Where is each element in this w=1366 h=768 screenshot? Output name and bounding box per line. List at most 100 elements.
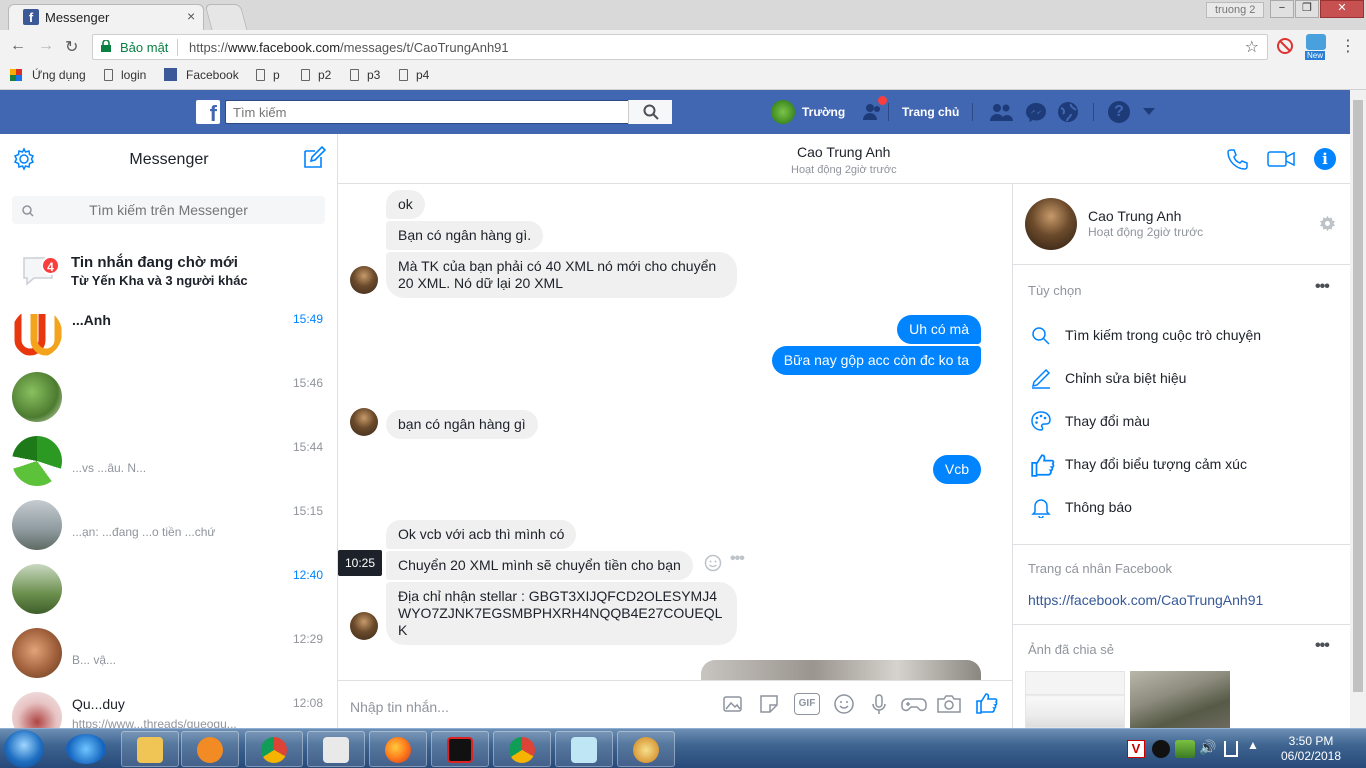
taskbar-chrome[interactable] [245, 731, 303, 767]
conversation-item[interactable]: 15:46 [0, 366, 338, 430]
messenger-icon[interactable] [1025, 101, 1047, 123]
page-scrollbar[interactable] [1350, 90, 1366, 728]
clock[interactable]: 3:50 PM 06/02/2018 [1280, 734, 1342, 764]
profile-avatar[interactable] [771, 100, 795, 124]
chrome-menu-icon[interactable]: ⋮ [1340, 36, 1356, 56]
internet-explorer-icon[interactable] [66, 734, 106, 764]
tray-antivirus-icon[interactable]: V [1127, 740, 1145, 758]
game-controller-icon[interactable] [901, 693, 927, 715]
gif-icon[interactable]: GIF [794, 693, 820, 715]
phone-icon[interactable] [1226, 148, 1248, 170]
profile-link[interactable]: https://facebook.com/CaoTrungAnh91 [1028, 592, 1263, 608]
profile-name-link[interactable]: Trường [802, 105, 845, 119]
conversation-item[interactable]: 12:40 [0, 558, 338, 622]
option-notifications[interactable]: Thông báo [1065, 499, 1132, 515]
new-tab-button[interactable] [204, 4, 248, 30]
taskbar-paint[interactable] [617, 731, 675, 767]
shared-photo-thumbnail[interactable] [1130, 671, 1230, 728]
home-link[interactable]: Trang chủ [902, 105, 959, 119]
facebook-search-input[interactable] [225, 100, 672, 124]
tab-close-button[interactable]: × [187, 8, 195, 24]
message-bubble[interactable]: Ok vcb với acb thì mình có [386, 520, 577, 549]
language-icon[interactable]: ▲ [1247, 738, 1259, 752]
message-bubble[interactable]: Bạn có ngân hàng gì. [386, 221, 544, 250]
emoji-reaction-icon[interactable] [704, 554, 722, 572]
options-more-icon[interactable]: ••• [1315, 278, 1330, 296]
conversation-item[interactable]: Qu...duy https://www...threads/gueogu...… [0, 686, 338, 728]
emoji-icon[interactable] [833, 693, 855, 715]
bookmark-facebook[interactable]: Facebook [164, 68, 239, 82]
reload-icon[interactable]: ↻ [65, 37, 78, 57]
bookmark-star-icon[interactable]: ☆ [1245, 37, 1259, 57]
image-icon[interactable] [722, 693, 744, 715]
taskbar-garena[interactable] [431, 731, 489, 767]
message-bubble-sent[interactable]: Uh có mà [897, 315, 981, 344]
bookmark-p[interactable]: p [256, 68, 280, 82]
bookmark-apps[interactable]: Ứng dụng [10, 68, 86, 82]
taskbar-media-player[interactable] [181, 731, 239, 767]
address-bar[interactable]: Bảo mật https://www.facebook.com/message… [92, 34, 1268, 60]
conversation-item[interactable]: ...vs ...âu. N... 15:44 [0, 430, 338, 494]
volume-icon[interactable]: 🔊 [1199, 739, 1216, 756]
bookmark-p3[interactable]: p3 [350, 68, 380, 82]
message-more-icon[interactable]: ••• [730, 550, 745, 568]
message-bubble-sent[interactable]: Vcb [932, 455, 981, 484]
network-icon[interactable] [1224, 741, 1238, 757]
bookmark-p2[interactable]: p2 [301, 68, 331, 82]
tab-messenger[interactable]: f Messenger × [8, 4, 204, 30]
taskbar-notepad[interactable] [555, 731, 613, 767]
camera-icon[interactable] [936, 693, 962, 715]
info-icon[interactable]: i [1314, 148, 1336, 170]
bookmark-p4[interactable]: p4 [399, 68, 429, 82]
message-bubble[interactable]: Chuyển 20 XML mình sẽ chuyển tiền cho bạ… [386, 551, 693, 580]
maximize-button[interactable]: ❐ [1295, 0, 1319, 18]
video-call-icon[interactable] [1267, 150, 1295, 168]
taskbar-firefox[interactable] [369, 731, 427, 767]
option-search-conversation[interactable]: Tìm kiếm trong cuộc trò chuyện [1065, 327, 1261, 343]
facebook-logo[interactable]: f [196, 100, 220, 124]
back-icon[interactable]: ← [10, 37, 26, 55]
shared-photo-message[interactable] [701, 660, 981, 680]
window-user-badge[interactable]: truong 2 [1206, 2, 1265, 18]
messenger-search-input[interactable] [12, 196, 325, 224]
taskbar-explorer[interactable] [121, 731, 179, 767]
conversation-item[interactable]: ...ạn: ...đang ...o tiền ...chứ 15:15 [0, 494, 338, 558]
taskbar-unikey[interactable] [307, 731, 365, 767]
help-icon[interactable]: ? [1108, 101, 1130, 123]
shared-more-icon[interactable]: ••• [1315, 637, 1330, 655]
shared-photo-thumbnail[interactable] [1025, 671, 1125, 728]
facebook-search-button[interactable] [628, 100, 672, 124]
option-change-color[interactable]: Thay đổi màu [1065, 413, 1150, 429]
bookmark-login[interactable]: login [104, 68, 146, 82]
scrollbar-thumb[interactable] [1353, 100, 1363, 692]
account-menu-caret-icon[interactable] [1143, 108, 1155, 116]
tray-garena-icon[interactable] [1152, 740, 1170, 758]
conversation-item[interactable]: B... vậ... 12:29 [0, 622, 338, 686]
close-window-button[interactable]: ✕ [1320, 0, 1364, 18]
message-bubble[interactable]: Mà TK của bạn phải có 40 XML nó mới cho … [386, 252, 737, 298]
minimize-button[interactable]: − [1270, 0, 1294, 18]
info-contact-name[interactable]: Cao Trung Anh [1088, 208, 1181, 224]
contact-avatar[interactable] [1025, 198, 1077, 250]
extension-icon[interactable] [1306, 34, 1326, 50]
block-extension-icon[interactable] [1277, 38, 1293, 54]
message-bubble[interactable]: ok [386, 190, 425, 219]
message-input[interactable]: Nhập tin nhắn... [350, 699, 449, 715]
option-edit-nickname[interactable]: Chỉnh sửa biệt hiệu [1065, 370, 1186, 386]
message-bubble-sent[interactable]: Bữa nay gộp acc còn đc ko ta [771, 346, 981, 375]
notifications-globe-icon[interactable] [1057, 101, 1079, 123]
option-change-emoji[interactable]: Thay đổi biểu tượng cảm xúc [1065, 456, 1247, 472]
message-bubble[interactable]: bạn có ngân hàng gì [386, 410, 538, 439]
microphone-icon[interactable] [868, 693, 890, 715]
gear-icon[interactable] [1319, 215, 1336, 232]
compose-icon[interactable] [302, 146, 326, 170]
start-button[interactable] [4, 730, 44, 768]
conversation-item[interactable]: ...Anh 15:49 [0, 302, 338, 366]
thumbs-up-send-icon[interactable] [975, 691, 999, 715]
sticker-icon[interactable] [758, 693, 780, 715]
taskbar-chrome-2[interactable] [493, 731, 551, 767]
forward-icon[interactable]: → [38, 37, 54, 55]
tray-network-manager-icon[interactable] [1175, 740, 1195, 758]
message-bubble[interactable]: Địa chỉ nhận stellar : GBGT3XIJQFCD2OLES… [386, 582, 737, 645]
friends-icon[interactable] [989, 101, 1013, 123]
